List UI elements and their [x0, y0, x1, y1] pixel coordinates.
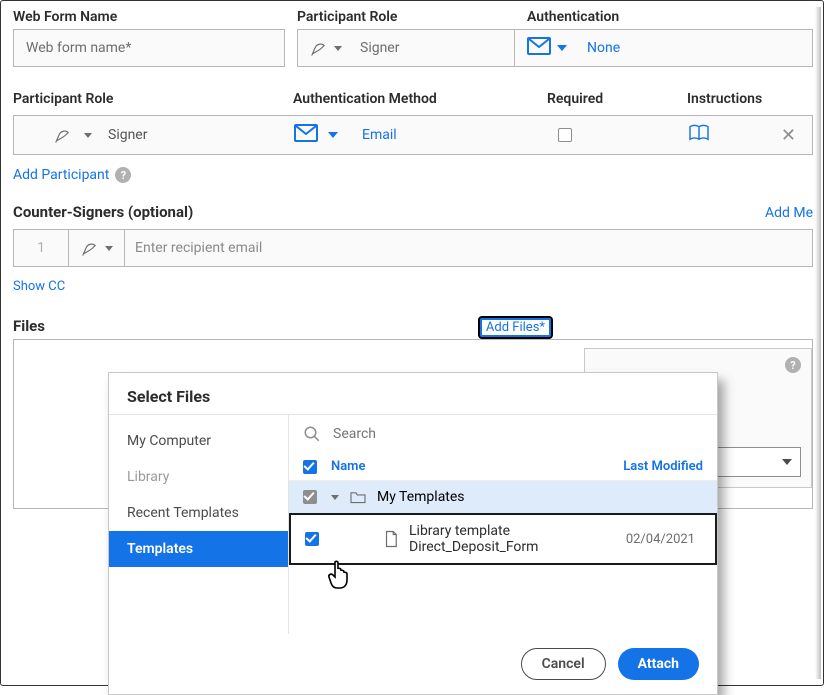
template-date: 02/04/2021 — [626, 532, 701, 547]
participant-row: Signer Email ✕ — [13, 115, 813, 155]
dialog-sidebar: My Computer Library Recent Templates Tem… — [109, 415, 289, 634]
chevron-down-icon — [334, 46, 342, 51]
chevron-down-icon — [331, 495, 339, 500]
sidebar-item-library[interactable]: Library — [109, 459, 288, 495]
counter-signer-email-input[interactable]: Enter recipient email — [125, 229, 813, 267]
chevron-down-icon — [557, 45, 567, 51]
sidebar-item-my-computer[interactable]: My Computer — [109, 423, 288, 459]
auth-method-value[interactable]: Email — [362, 127, 397, 143]
template-checkbox[interactable] — [305, 532, 319, 546]
add-files-button[interactable]: Add Files* — [480, 318, 551, 337]
authentication-value: None — [587, 40, 620, 56]
mail-icon[interactable] — [294, 124, 318, 146]
folder-icon — [349, 490, 367, 504]
counter-signer-role-select[interactable] — [69, 229, 125, 267]
chevron-down-icon — [328, 132, 338, 138]
counter-signers-title: Counter-Signers (optional) — [13, 203, 193, 221]
remove-row-button[interactable]: ✕ — [781, 125, 796, 146]
folder-checkbox[interactable] — [303, 490, 317, 504]
pen-icon[interactable] — [54, 125, 74, 145]
mail-icon — [527, 37, 551, 59]
authentication-select[interactable]: None — [515, 29, 813, 67]
auth-method-label: Authentication Method — [293, 91, 547, 107]
dialog-title: Select Files — [109, 373, 717, 414]
pen-icon — [81, 238, 101, 258]
web-form-name-label: Web Form Name — [13, 9, 285, 25]
required-label: Required — [547, 91, 687, 107]
select-all-checkbox[interactable] — [303, 460, 317, 474]
cancel-button[interactable]: Cancel — [521, 648, 606, 680]
help-icon[interactable]: ? — [785, 357, 801, 373]
authentication-label: Authentication — [527, 9, 813, 25]
chevron-down-icon — [105, 246, 113, 251]
column-name[interactable]: Name — [331, 459, 623, 474]
chevron-down-icon — [782, 459, 792, 465]
participant-role-label: Participant Role — [297, 9, 515, 25]
counter-signer-index: 1 — [13, 229, 69, 267]
column-last-modified[interactable]: Last Modified — [623, 459, 703, 474]
add-me-link[interactable]: Add Me — [765, 205, 813, 221]
counter-signer-email-placeholder: Enter recipient email — [135, 240, 262, 256]
participant-role-label-2: Participant Role — [13, 91, 293, 107]
help-icon[interactable]: ? — [115, 167, 131, 183]
sidebar-item-templates[interactable]: Templates — [109, 531, 288, 567]
instructions-label: Instructions — [687, 91, 813, 107]
pen-icon — [310, 38, 330, 58]
template-row[interactable]: Library template Direct_Deposit_Form 02/… — [289, 513, 717, 565]
search-input[interactable] — [331, 425, 703, 443]
folder-label: My Templates — [377, 489, 465, 505]
web-form-name-input[interactable]: Web form name* — [13, 29, 285, 67]
template-name: Library template Direct_Deposit_Form — [409, 523, 626, 555]
sidebar-item-recent-templates[interactable]: Recent Templates — [109, 495, 288, 531]
required-checkbox[interactable] — [558, 128, 572, 142]
chevron-down-icon — [84, 133, 92, 138]
document-icon — [383, 530, 399, 548]
select-files-dialog: Select Files My Computer Library Recent … — [108, 372, 718, 695]
folder-my-templates[interactable]: My Templates — [289, 481, 717, 513]
participant-role-select[interactable]: Signer — [297, 29, 515, 67]
add-participant-link[interactable]: Add Participant — [13, 167, 109, 183]
participant-role-value: Signer — [360, 40, 399, 56]
search-icon — [303, 425, 321, 443]
attach-button[interactable]: Attach — [618, 648, 699, 680]
files-title: Files — [13, 317, 45, 335]
web-form-name-placeholder: Web form name* — [26, 40, 131, 56]
show-cc-link[interactable]: Show CC — [13, 279, 813, 294]
instructions-icon[interactable] — [688, 124, 710, 146]
participant-role-value-2: Signer — [108, 127, 147, 143]
